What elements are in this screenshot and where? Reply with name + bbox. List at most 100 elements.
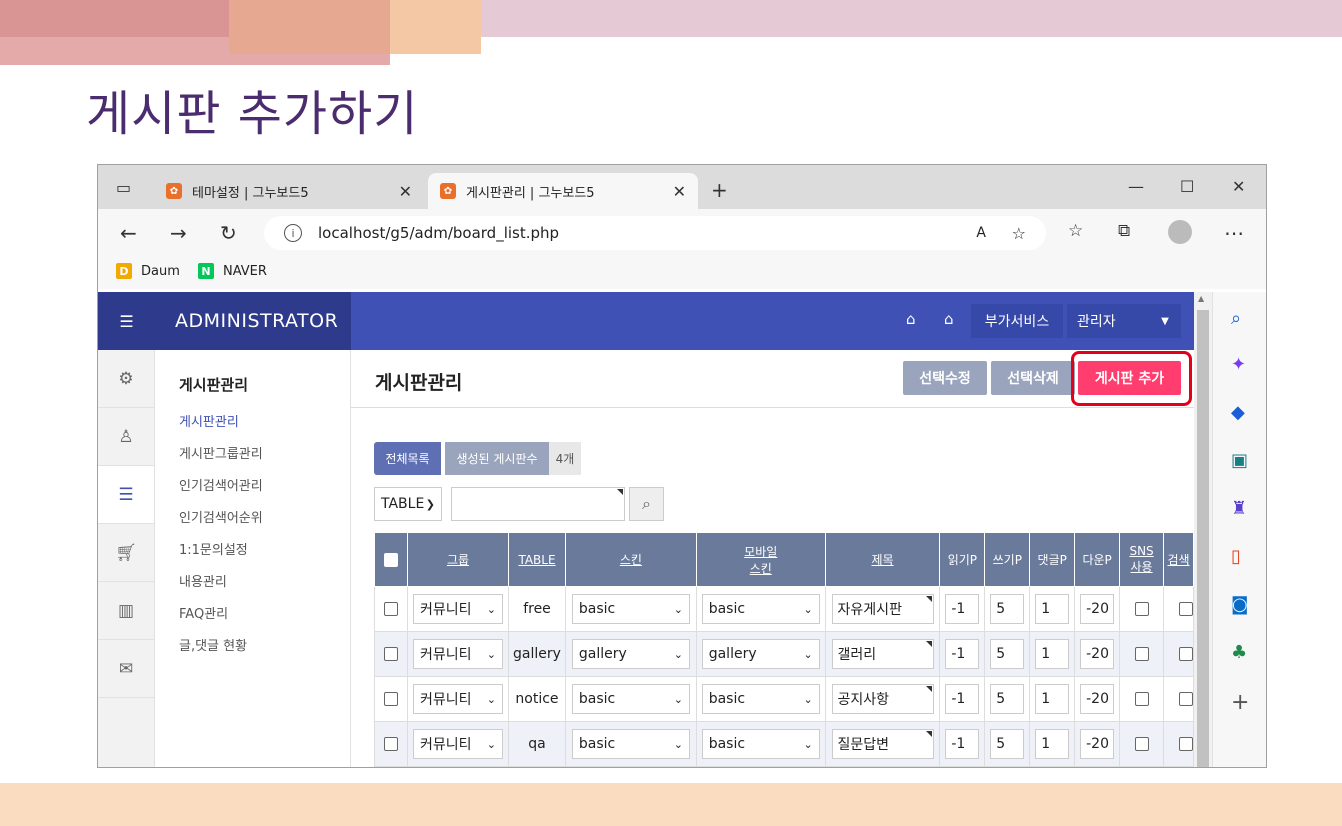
admin-button[interactable]: 관리자 [1067, 304, 1149, 338]
skin-select[interactable]: gallery ⌄ [571, 639, 690, 669]
row-checkbox[interactable] [384, 647, 399, 661]
reload-icon[interactable]: ↻ [220, 221, 237, 245]
maximize-icon[interactable]: ☐ [1180, 177, 1194, 196]
more-icon[interactable]: ⋯ [1224, 221, 1244, 245]
shop-icon[interactable]: ⌂ [906, 310, 916, 328]
group-select[interactable]: 커뮤니티 ⌄ [412, 594, 503, 624]
mobile-skin-select[interactable]: basic ⌄ [701, 594, 820, 624]
download-input[interactable]: -20 [1080, 594, 1115, 624]
search-input[interactable] [451, 487, 625, 521]
group-select[interactable]: 커뮤니티 ⌄ [412, 639, 503, 669]
skin-select[interactable]: basic ⌄ [571, 594, 690, 624]
search-button[interactable]: ⌕ [629, 487, 664, 521]
download-input[interactable]: -20 [1080, 639, 1115, 669]
copilot-icon[interactable]: ✦ [1231, 354, 1246, 375]
row-checkbox[interactable] [384, 602, 399, 616]
lnb-item-board-group[interactable]: 게시판그룹관리 [179, 443, 350, 475]
games-icon[interactable]: ♜ [1231, 498, 1247, 519]
tree-icon[interactable]: ♣ [1231, 642, 1247, 663]
write-input[interactable]: 5 [990, 639, 1025, 669]
read-aloud-icon[interactable]: A [976, 225, 986, 241]
subject-input[interactable]: 갤러리 [831, 639, 934, 669]
info-icon[interactable]: i [284, 224, 302, 242]
comment-input[interactable]: 1 [1035, 684, 1070, 714]
select-delete-button[interactable]: 선택삭제 [991, 361, 1075, 395]
close-window-icon[interactable]: ✕ [1232, 177, 1245, 196]
page-scrollbar[interactable]: ▲ [1194, 292, 1212, 767]
url-field[interactable]: i localhost/g5/adm/board_list.php A ☆ [264, 216, 1046, 250]
sns-checkbox[interactable] [1134, 737, 1149, 751]
lnb-item-popular-rank[interactable]: 인기검색어순위 [179, 507, 350, 539]
header-subject[interactable]: 제목 [824, 532, 941, 587]
comment-input[interactable]: 1 [1035, 594, 1070, 624]
subject-input[interactable]: 자유게시판 [831, 594, 934, 624]
lnb-item-qa-config[interactable]: 1:1문의설정 [179, 539, 350, 571]
download-input[interactable]: -20 [1080, 729, 1115, 759]
forward-icon[interactable]: → [170, 221, 187, 245]
search-checkbox[interactable] [1178, 692, 1193, 706]
mobile-skin-select[interactable]: basic ⌄ [701, 684, 820, 714]
select-all-checkbox[interactable] [384, 552, 399, 567]
favorites-icon[interactable]: ☆ [1068, 221, 1083, 241]
write-input[interactable]: 5 [990, 729, 1025, 759]
write-input[interactable]: 5 [990, 684, 1025, 714]
header-group[interactable]: 그룹 [407, 532, 509, 587]
user-icon[interactable]: ♙ [98, 408, 154, 466]
tab-actions-icon[interactable]: ▭ [116, 178, 131, 197]
settings-icon[interactable]: ⚙ [98, 350, 154, 408]
search-icon[interactable]: ⌕ [1231, 308, 1241, 329]
row-checkbox[interactable] [384, 692, 399, 706]
admin-brand[interactable]: ADMINISTRATOR [155, 292, 351, 350]
back-icon[interactable]: ← [120, 221, 137, 245]
header-skin[interactable]: 스킨 [565, 532, 697, 587]
new-tab-icon[interactable]: + [711, 178, 728, 202]
tools-icon[interactable]: ▣ [1231, 450, 1248, 471]
cart-icon[interactable]: 🛒︎ [98, 524, 154, 582]
header-search[interactable]: 검색 [1163, 532, 1194, 587]
shopping-tag-icon[interactable]: ◆ [1231, 402, 1245, 423]
group-select[interactable]: 커뮤니티 ⌄ [412, 684, 503, 714]
read-input[interactable]: -1 [945, 684, 980, 714]
tab-theme[interactable]: ✿ 테마설정 | 그누보드5 ✕ [154, 173, 424, 209]
read-input[interactable]: -1 [945, 729, 980, 759]
group-select[interactable]: 커뮤니티 ⌄ [412, 729, 503, 759]
read-input[interactable]: -1 [945, 594, 980, 624]
select-edit-button[interactable]: 선택수정 [903, 361, 987, 395]
comment-input[interactable]: 1 [1035, 639, 1070, 669]
lnb-item-content[interactable]: 내용관리 [179, 571, 350, 603]
sns-checkbox[interactable] [1134, 692, 1149, 706]
list-icon[interactable]: ☰ [98, 466, 154, 524]
read-input[interactable]: -1 [945, 639, 980, 669]
mobile-skin-select[interactable]: gallery ⌄ [701, 639, 820, 669]
scroll-up-icon[interactable]: ▲ [1198, 294, 1204, 303]
write-input[interactable]: 5 [990, 594, 1025, 624]
chevron-down-icon[interactable]: ▼ [1149, 304, 1181, 338]
bookmark-daum[interactable]: D Daum [116, 263, 180, 279]
lnb-item-popular-search[interactable]: 인기검색어관리 [179, 475, 350, 507]
bookmark-naver[interactable]: N NAVER [198, 263, 267, 279]
row-checkbox[interactable] [384, 737, 399, 751]
collections-icon[interactable]: ⧉ [1118, 221, 1130, 241]
home-icon[interactable]: ⌂ [944, 310, 954, 328]
scrollbar-thumb[interactable] [1197, 310, 1209, 767]
tab-board[interactable]: ✿ 게시판관리 | 그누보드5 ✕ [428, 173, 698, 209]
skin-select[interactable]: basic ⌄ [571, 729, 690, 759]
search-checkbox[interactable] [1178, 602, 1193, 616]
close-icon[interactable]: ✕ [399, 182, 412, 201]
header-mobile-skin[interactable]: 모바일 스킨 [695, 532, 826, 587]
menu-toggle-icon[interactable]: ☰ [98, 292, 155, 350]
sns-checkbox[interactable] [1134, 647, 1149, 661]
mail-icon[interactable]: ✉ [98, 640, 154, 698]
favorite-add-icon[interactable]: ☆ [1012, 224, 1026, 243]
header-table[interactable]: TABLE [507, 532, 567, 587]
minimize-icon[interactable]: — [1128, 177, 1144, 196]
profile-avatar[interactable] [1168, 220, 1192, 244]
subject-input[interactable]: 질문답변 [831, 729, 934, 759]
outlook-icon[interactable]: ◙ [1231, 594, 1248, 615]
download-input[interactable]: -20 [1080, 684, 1115, 714]
subject-input[interactable]: 공지사항 [831, 684, 934, 714]
lnb-item-post-status[interactable]: 글,댓글 현황 [179, 635, 350, 667]
service-button[interactable]: 부가서비스 [971, 304, 1063, 338]
office-icon[interactable]: ▯ [1231, 546, 1241, 567]
close-icon[interactable]: ✕ [673, 182, 686, 201]
